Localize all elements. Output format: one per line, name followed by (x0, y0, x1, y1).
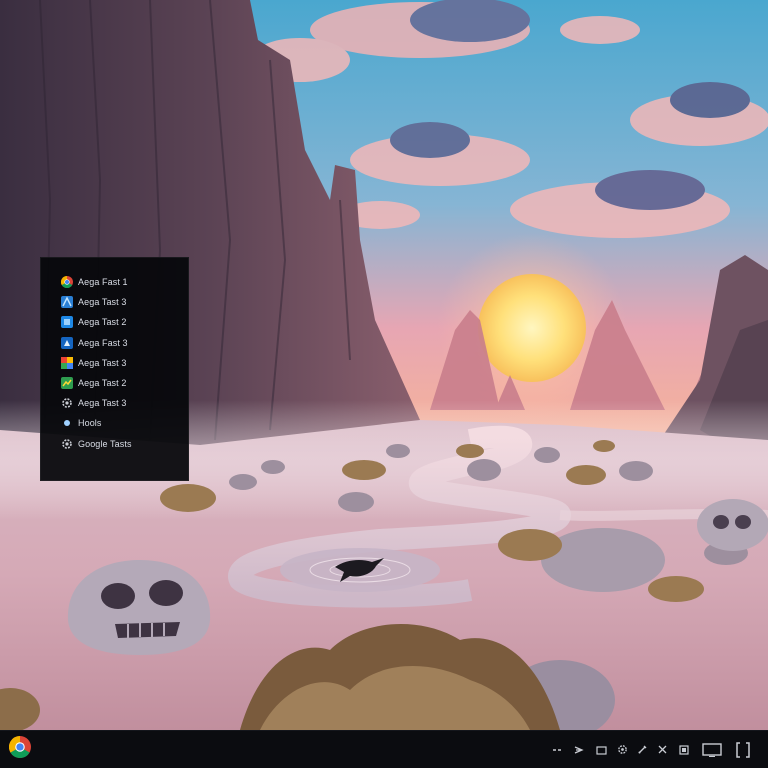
gear-icon (61, 438, 73, 450)
system-tray (546, 731, 758, 768)
chrome-icon (61, 276, 73, 289)
menu-item-google-tasts[interactable]: Google Tasts (41, 434, 188, 454)
start-button[interactable] (0, 731, 40, 768)
app-blue-icon (61, 296, 73, 309)
menu-item-aega-tast-2[interactable]: Aega Tast 2 (41, 312, 188, 332)
menu-item-label: Aega Fast 1 (78, 277, 128, 288)
menu-item-aega-tast-3[interactable]: Aega Tast 3 (41, 353, 188, 373)
chrome-icon (8, 736, 31, 763)
dot-icon (61, 417, 73, 429)
app-green-icon (61, 377, 73, 390)
display-icon[interactable] (696, 731, 728, 768)
launcher-menu: Aega Fast 1 Aega Tast 3 Aega Tast 2 Aega… (40, 257, 189, 481)
menu-item-aega-tast-3[interactable]: Aega Tast 3 (41, 393, 188, 413)
menu-item-label: Aega Tast 2 (78, 317, 127, 328)
gear-icon (61, 397, 73, 409)
menu-item-aega-tast-2[interactable]: Aega Tast 2 (41, 373, 188, 393)
window-icon[interactable] (590, 731, 612, 768)
settings-icon[interactable] (612, 731, 632, 768)
menu-item-aega-tast-3[interactable]: Aega Tast 3 (41, 292, 188, 312)
app-multicolor-icon (61, 356, 73, 369)
menu-item-label: Google Tasts (78, 438, 132, 449)
menu-item-label: Aega Tast 2 (78, 378, 127, 389)
app-blue-icon (61, 316, 73, 329)
app-blue-icon (61, 336, 73, 349)
menu-item-label: Aega Fast 3 (78, 337, 128, 348)
arrow-icon[interactable] (568, 731, 590, 768)
menu-item-hools[interactable]: Hools (41, 413, 188, 433)
more-icon[interactable] (546, 731, 568, 768)
bracket-icon[interactable] (728, 731, 758, 768)
menu-item-label: Aega Tast 3 (78, 357, 127, 368)
crosshair-icon[interactable] (652, 731, 672, 768)
menu-item-label: Hools (78, 418, 102, 429)
taskbar (0, 730, 768, 768)
menu-item-aega-fast-1[interactable]: Aega Fast 1 (41, 272, 188, 292)
menu-item-label: Aega Tast 3 (78, 398, 127, 409)
menu-item-aega-fast-3[interactable]: Aega Fast 3 (41, 333, 188, 353)
menu-item-label: Aega Tast 3 (78, 297, 127, 308)
screen-icon[interactable] (672, 731, 696, 768)
pen-icon[interactable] (632, 731, 652, 768)
